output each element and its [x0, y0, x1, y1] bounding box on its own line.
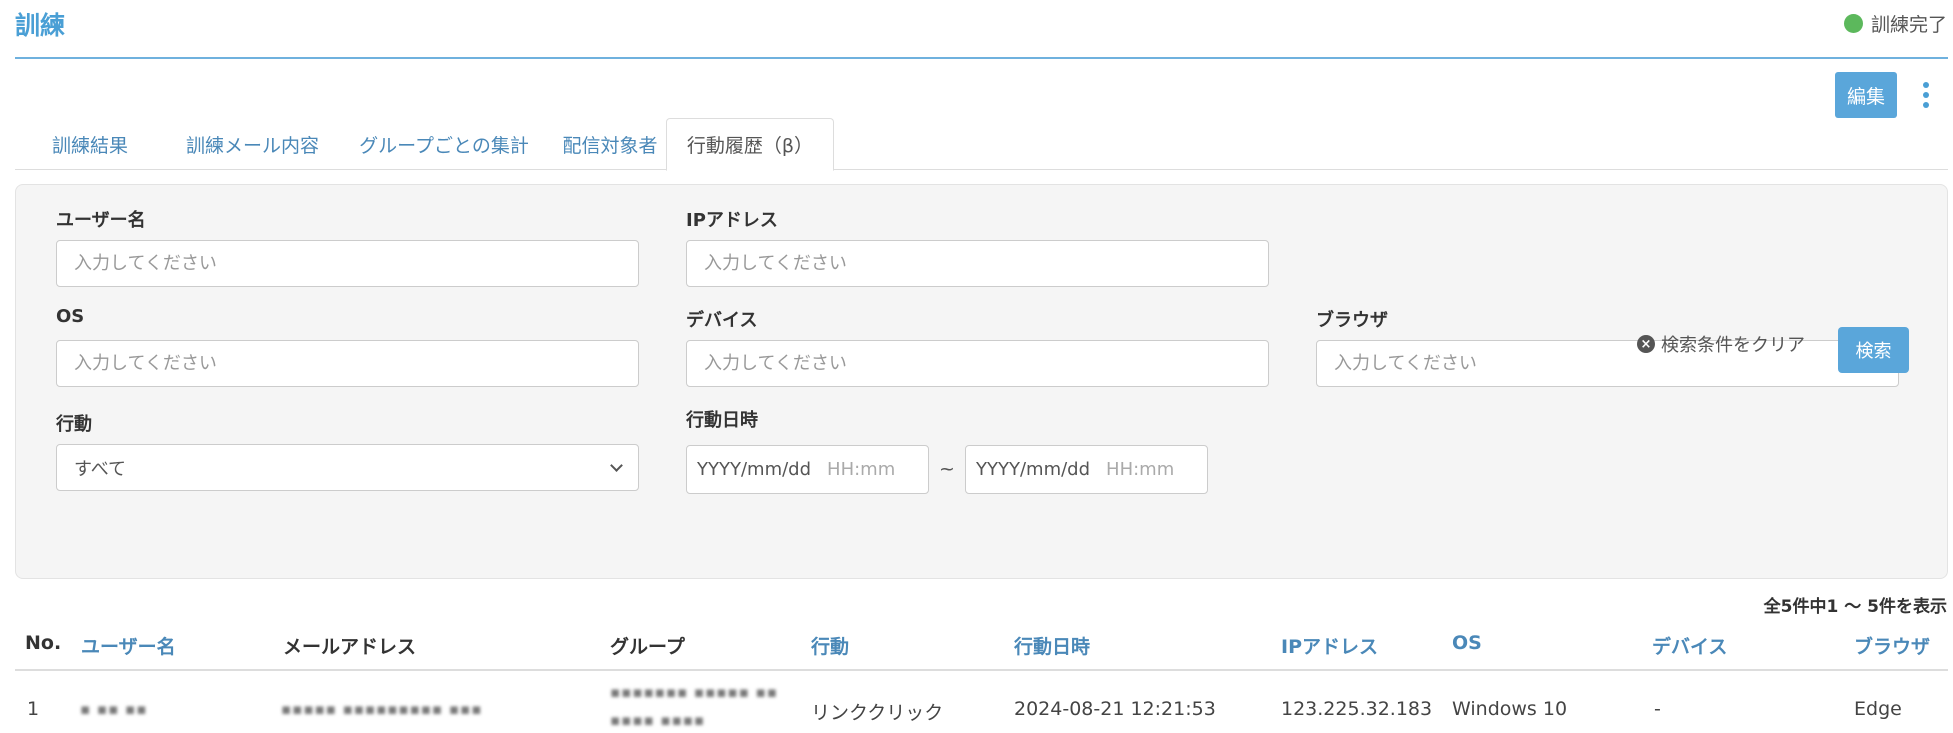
datetime-to-input[interactable]: YYYY/mm/dd HH:mm: [965, 445, 1208, 494]
browser-input[interactable]: [1316, 340, 1899, 387]
row-os: Windows 10: [1452, 698, 1568, 720]
from-time-placeholder: HH:mm: [827, 459, 896, 480]
column-header-username[interactable]: ユーザー名: [81, 632, 176, 659]
username-label: ユーザー名: [56, 210, 146, 231]
action-label: 行動: [56, 414, 92, 435]
tab-group-summary[interactable]: グループごとの集計: [333, 118, 555, 170]
row-ip: 123.225.32.183: [1281, 698, 1433, 720]
clear-filters-label: 検索条件をクリア: [1661, 335, 1805, 356]
from-date-placeholder: YYYY/mm/dd: [697, 459, 812, 480]
tab-training-mail[interactable]: 訓練メール内容: [155, 118, 350, 170]
row-group-redacted-line1: ▪▪▪▪▪▪▪ ▪▪▪▪▪ ▪▪: [610, 683, 778, 701]
header-divider: [15, 57, 1948, 59]
device-input[interactable]: [686, 340, 1269, 387]
column-header-group: グループ: [610, 636, 685, 658]
os-label: OS: [56, 306, 85, 327]
search-panel: ユーザー名 IPアドレス OS デバイス ブラウザ 行動 すべて 行動日時 YY…: [15, 184, 1948, 579]
row-browser: Edge: [1854, 698, 1902, 720]
clear-filters-link[interactable]: × 検索条件をクリア: [1637, 331, 1805, 357]
row-action: リンククリック: [811, 702, 944, 724]
tab-recipients[interactable]: 配信対象者: [535, 118, 685, 170]
table-header-divider: [15, 669, 1948, 671]
column-header-device[interactable]: デバイス: [1652, 632, 1727, 659]
datetime-label: 行動日時: [686, 410, 758, 431]
datetime-from-input[interactable]: YYYY/mm/dd HH:mm: [686, 445, 929, 494]
tab-training-results[interactable]: 訓練結果: [15, 118, 165, 170]
edit-button[interactable]: 編集: [1835, 72, 1897, 118]
browser-label: ブラウザ: [1316, 310, 1388, 331]
column-header-action[interactable]: 行動: [811, 632, 849, 659]
os-input[interactable]: [56, 340, 639, 387]
search-button[interactable]: 検索: [1838, 327, 1909, 373]
ip-input[interactable]: [686, 240, 1269, 287]
tab-action-history[interactable]: 行動履歴（β）: [666, 118, 834, 171]
row-username-redacted: ▪ ▪▪ ▪▪: [80, 700, 148, 718]
device-label: デバイス: [686, 310, 758, 331]
tab-bar: 訓練結果 訓練メール内容 グループごとの集計 配信対象者 行動履歴（β）: [15, 118, 1948, 171]
action-select-value: すべて: [74, 458, 127, 480]
column-header-datetime[interactable]: 行動日時: [1014, 632, 1090, 659]
datetime-separator: ~: [939, 458, 955, 480]
action-select[interactable]: すべて: [56, 444, 639, 491]
ip-label: IPアドレス: [686, 210, 778, 231]
page-title: 訓練: [15, 11, 66, 40]
status-indicator: 訓練完了: [1843, 10, 1947, 37]
results-summary: 全5件中1 〜 5件を表示: [1763, 597, 1947, 617]
row-email-redacted: ▪▪▪▪▪ ▪▪▪▪▪▪▪▪▪ ▪▪▪: [281, 700, 483, 718]
kebab-vertical-icon[interactable]: [1916, 77, 1936, 113]
status-dot-icon: [1843, 14, 1863, 33]
to-time-placeholder: HH:mm: [1106, 459, 1175, 480]
column-header-email: メールアドレス: [283, 636, 417, 658]
to-date-placeholder: YYYY/mm/dd: [976, 459, 1091, 480]
column-header-no: No.: [25, 632, 62, 654]
row-datetime: 2024-08-21 12:21:53: [1014, 698, 1216, 720]
status-text: 訓練完了: [1870, 14, 1947, 36]
column-header-os[interactable]: OS: [1452, 632, 1482, 654]
chevron-down-icon: [610, 458, 623, 472]
row-device: -: [1654, 698, 1661, 720]
row-no: 1: [27, 698, 40, 720]
close-circle-icon: ×: [1637, 335, 1655, 353]
column-header-ip[interactable]: IPアドレス: [1281, 632, 1378, 659]
username-input[interactable]: [56, 240, 639, 287]
row-group-redacted-line2: ▪▪▪▪ ▪▪▪▪: [610, 711, 706, 729]
column-header-browser[interactable]: ブラウザ: [1854, 632, 1930, 659]
